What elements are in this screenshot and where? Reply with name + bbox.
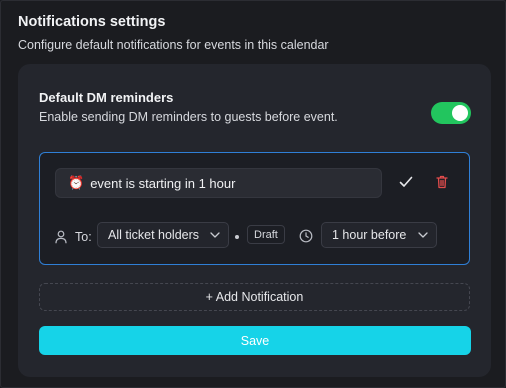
settings-window: Notifications settings Configure default…	[0, 0, 506, 388]
delete-button[interactable]	[432, 172, 452, 192]
recipients-value: All ticket holders	[108, 228, 200, 242]
dm-reminders-panel: Default DM reminders Enable sending DM r…	[18, 64, 491, 377]
section-description: Enable sending DM reminders to guests be…	[39, 110, 338, 124]
trash-icon	[436, 175, 448, 189]
reminder-message-input[interactable]: ⏰ event is starting in 1 hour	[55, 168, 382, 198]
chevron-down-icon	[210, 232, 220, 238]
reminder-card: ⏰ event is starting in 1 hour To: All ti…	[39, 152, 470, 265]
reminder-message-text: event is starting in 1 hour	[90, 175, 236, 191]
section-title: Default DM reminders	[39, 90, 174, 105]
clock-icon	[299, 229, 313, 243]
check-icon	[399, 176, 413, 187]
status-badge: Draft	[247, 225, 285, 244]
recipients-select[interactable]: All ticket holders	[97, 222, 229, 248]
toggle-knob	[452, 105, 468, 121]
save-button[interactable]: Save	[39, 326, 471, 355]
page-title: Notifications settings	[18, 14, 166, 30]
alarm-clock-icon: ⏰	[68, 175, 85, 190]
dm-reminders-toggle[interactable]	[431, 102, 471, 124]
add-notification-button[interactable]: + Add Notification	[39, 283, 470, 311]
person-icon	[55, 230, 67, 244]
chevron-down-icon	[418, 232, 428, 238]
time-offset-value: 1 hour before	[332, 228, 407, 242]
to-label: To:	[75, 230, 92, 244]
page-subtitle: Configure default notifications for even…	[18, 38, 329, 52]
confirm-button[interactable]	[396, 172, 416, 192]
time-offset-select[interactable]: 1 hour before	[321, 222, 437, 248]
separator-dot	[235, 235, 239, 239]
